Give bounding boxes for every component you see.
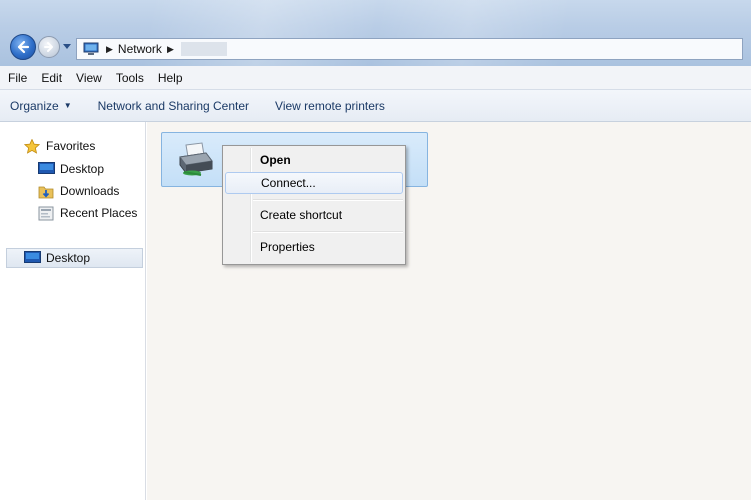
forward-button[interactable] [38,36,60,58]
breadcrumb-network[interactable]: Network [118,42,162,56]
navigation-pane: Favorites Desktop Downloads Recent Place… [0,122,146,500]
chevron-right-icon[interactable]: ▶ [106,44,113,55]
nav-desktop-label: Desktop [60,162,105,176]
printer-icon [179,142,213,176]
recent-places-icon [38,206,55,221]
chevron-right-icon[interactable]: ▶ [167,44,174,55]
network-sharing-label: Network and Sharing Center [97,98,250,113]
network-sharing-center-button[interactable]: Network and Sharing Center [85,99,262,113]
chevron-down-icon: ▼ [63,101,72,110]
create-shortcut-label: Create shortcut [260,208,343,222]
nav-item-desktop[interactable]: Desktop [38,159,104,179]
organize-label: Organize [10,98,59,113]
menu-edit[interactable]: Edit [34,71,69,85]
desktop-icon [38,162,55,176]
context-menu: Open Connect... Create shortcut Properti… [222,145,406,265]
command-bar: Organize ▼ Network and Sharing Center Vi… [0,90,751,122]
nav-recent-places-label: Recent Places [60,206,138,220]
menu-separator [253,199,403,201]
nav-downloads-label: Downloads [60,184,120,198]
desktop-icon [24,251,41,265]
downloads-folder-icon [38,184,55,199]
breadcrumb-hidden[interactable] [180,42,227,56]
nav-favorites-label: Favorites [46,139,96,153]
properties-label: Properties [260,240,315,254]
nav-favorites[interactable]: Favorites [23,136,96,156]
history-dropdown-icon[interactable] [63,44,71,50]
open-label: Open [260,153,291,167]
nav-desktop-root-label: Desktop [46,251,91,265]
computer-icon [83,42,101,56]
back-arrow-icon [17,40,30,54]
organize-button[interactable]: Organize ▼ [0,99,85,113]
view-remote-printers-button[interactable]: View remote printers [262,99,398,113]
menu-item-open[interactable]: Open [225,149,403,171]
menu-item-create-shortcut[interactable]: Create shortcut [225,204,403,226]
nav-item-recent-places[interactable]: Recent Places [38,203,137,223]
menu-bar: File Edit View Tools Help [0,66,751,90]
forward-arrow-icon [44,42,53,52]
menu-view[interactable]: View [69,71,109,85]
back-button[interactable] [10,34,36,60]
menu-item-properties[interactable]: Properties [225,236,403,258]
menu-item-connect[interactable]: Connect... [225,172,403,194]
view-printers-label: View remote printers [275,98,385,113]
nav-item-desktop-root[interactable]: Desktop [6,248,143,268]
menu-file[interactable]: File [0,71,34,85]
menu-tools[interactable]: Tools [109,71,151,85]
address-bar[interactable]: ▶ Network ▶ [76,38,743,60]
menu-separator [253,231,403,233]
star-icon [23,138,41,154]
nav-item-downloads[interactable]: Downloads [38,181,119,201]
title-bar: ▶ Network ▶ [0,0,751,66]
menu-help[interactable]: Help [151,71,190,85]
connect-label: Connect... [261,176,316,190]
